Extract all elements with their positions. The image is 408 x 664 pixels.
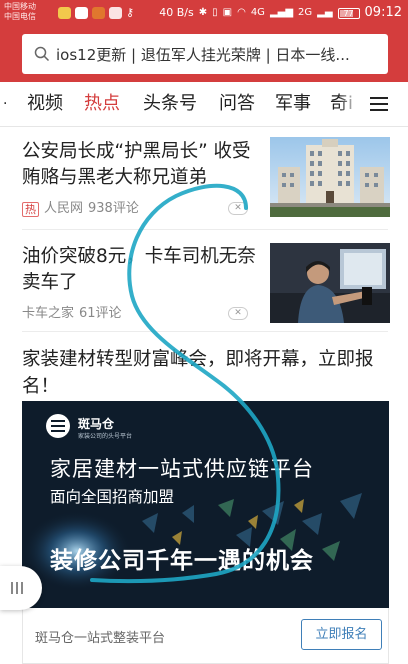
truck-driver-image [270,243,390,323]
status-right: 40 B/s ✱ ▯ ▣ ◠ 4G ▂▄▆ 2G ▂▄ 77 09:12 [159,6,402,20]
tab-military[interactable]: 军事 [275,92,311,116]
register-button[interactable]: 立即报名 [301,619,382,650]
news-title: 公安局长成“护黑局长” 收受 贿赂与黑老大称兄道弟 [22,139,251,191]
police-building-image [270,137,390,217]
floating-side-handle[interactable] [0,566,42,610]
wifi-icon: ◠ [237,7,246,18]
hd-icon: ▣ [222,7,233,18]
signal-4g-label: 4G [250,7,265,18]
news-title: 油价突破8元，卡车司机无奈 卖车了 [22,244,256,296]
search-icon [34,46,50,62]
news-title-line-2: 贿赂与黑老大称兄道弟 [22,167,208,188]
category-tabs: · 视频 热点 头条号 问答 军事 奇i [0,82,408,127]
search-suggestion-text: ios12更新 | 退伍军人挂光荣牌 | 日本一线... [56,45,350,64]
ad-logo-subtitle: 家装公司的头号平台 [78,433,133,440]
clock: 09:12 [364,5,402,20]
battery-icon: 77 [337,7,360,19]
dismiss-icon[interactable]: ✕ [228,202,248,215]
news-source: 卡车之家 [22,306,75,321]
overflow-dot: · [3,96,8,112]
news-title-line-1: 公安局长成“护黑局长” 收受 [22,141,251,162]
app-header: 中国移动 中国电信 ⚷ 40 B/s ✱ ▯ ▣ ◠ 4G ▂▄▆ 2G ▂▄ … [0,0,408,82]
news-meta: 热 人民网 938评论 [22,201,139,217]
tab-qa[interactable]: 问答 [219,92,255,116]
carrier-line-2: 中国电信 [4,12,36,21]
tab-video[interactable]: 视频 [27,92,63,116]
hot-badge: 热 [22,201,39,217]
signal-icon: ▂▄ [317,7,333,18]
bluetooth-icon: ✱ [198,7,208,18]
ad-brand: 斑马仓一站式整装平台 [35,631,166,646]
tab-toutiaohao[interactable]: 头条号 [143,92,197,116]
news-thumbnail [270,243,390,323]
menu-icon[interactable] [370,96,388,112]
tab-fade [338,86,360,122]
news-item[interactable]: 公安局长成“护黑局长” 收受 贿赂与黑老大称兄道弟 热 人民网 938评论 ✕ [0,128,408,228]
news-thumbnail [270,137,390,217]
signal-icon: ▂▄▆ [269,7,294,18]
notification-icons: ⚷ [58,7,134,19]
tab-hot[interactable]: 热点 [84,92,120,116]
ad-subheadline: 面向全国招商加盟 [50,488,175,506]
app-notification-icon [75,7,88,19]
dismiss-icon[interactable]: ✕ [228,307,248,320]
news-comments: 938评论 [88,201,139,216]
news-item[interactable]: 油价突破8元，卡车司机无奈 卖车了 卡车之家 61评论 ✕ [0,230,408,330]
ad-footer: 斑马仓一站式整装平台 立即报名 [22,608,389,664]
news-title-line-2: 卖车了 [22,272,78,293]
ad-headline: 家居建材一站式供应链平台 [50,457,314,481]
app-notification-icon [109,7,122,19]
signal-2g-label: 2G [298,7,313,18]
news-source: 人民网 [44,201,84,216]
news-comments: 61评论 [79,306,122,321]
key-icon: ⚷ [126,6,135,19]
news-meta: 卡车之家 61评论 [22,306,122,322]
app-notification-icon [58,7,71,19]
battery-label: 77 [343,8,354,18]
app-notification-icon [92,7,105,19]
news-title-line-1: 油价突破8元，卡车司机无奈 [22,246,256,267]
status-bar: 中国移动 中国电信 ⚷ 40 B/s ✱ ▯ ▣ ◠ 4G ▂▄▆ 2G ▂▄ … [0,0,408,28]
divider [22,331,388,332]
ad-logo-text: 斑马仓 [78,417,115,431]
carrier-line-1: 中国移动 [4,2,36,11]
network-speed: 40 B/s [159,6,194,19]
ad-slogan: 装修公司千年一遇的机会 [50,548,314,574]
ad-title[interactable]: 家装建材转型财富峰会，即将开幕，立即报名！ [22,346,388,400]
search-bar[interactable]: ios12更新 | 退伍军人挂光荣牌 | 日本一线... [22,34,388,74]
vibrate-icon: ▯ [212,7,218,18]
ad-banner[interactable]: 斑马仓 家装公司的头号平台 家居建材一站式供应链平台 面向全国招商加盟 装修公司… [22,401,389,608]
carrier-label: 中国移动 中国电信 [4,2,36,22]
